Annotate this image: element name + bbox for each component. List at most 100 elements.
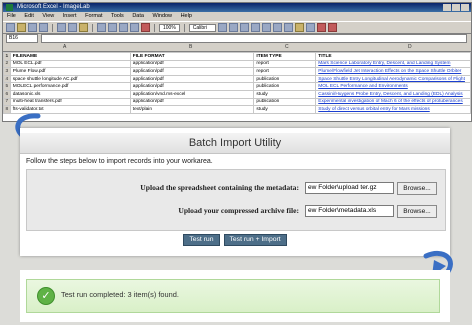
name-box[interactable]: B16 <box>6 34 38 43</box>
table-row: 2 MOL ECL.pdf application/pdf report Mar… <box>3 59 471 69</box>
excel-title: Microsoft Excel - ImageLab <box>17 4 90 10</box>
formula-input[interactable] <box>41 34 467 43</box>
paste-icon[interactable] <box>79 23 88 32</box>
header-cell[interactable]: FILENAME <box>9 52 131 61</box>
header-cell[interactable]: FILE FORMAT <box>129 52 255 61</box>
underline-icon[interactable] <box>239 23 249 32</box>
sort-icon[interactable] <box>130 23 139 32</box>
row-number[interactable]: 7 <box>3 97 11 107</box>
font-color-icon[interactable] <box>327 23 337 32</box>
percent-icon[interactable] <box>305 23 315 32</box>
menu-window[interactable]: Window <box>152 13 172 19</box>
print-icon[interactable] <box>39 23 48 32</box>
save-icon[interactable] <box>28 23 37 32</box>
row-number[interactable]: 4 <box>3 74 11 84</box>
format-cell[interactable]: application/pdf <box>129 59 255 69</box>
menu-edit[interactable]: Edit <box>24 13 33 19</box>
align-center-icon[interactable] <box>261 23 271 32</box>
copy-icon[interactable] <box>68 23 77 32</box>
filename-cell[interactable]: multi-heat transfers.pdf <box>9 97 131 107</box>
title-cell[interactable]: Study of direct versus orbital entry for… <box>315 105 471 114</box>
row-number[interactable]: 5 <box>3 82 11 91</box>
filename-cell[interactable]: Plume Flow.pdf <box>9 67 131 76</box>
redo-icon[interactable] <box>108 23 117 32</box>
format-cell[interactable]: application/pdf <box>129 74 255 84</box>
table-header-row: 1 FILENAME FILE FORMAT ITEM TYPE TITLE <box>3 52 471 61</box>
type-cell[interactable]: study <box>253 105 317 114</box>
filename-cell[interactable]: datasonic.xls <box>9 89 131 99</box>
title-cell[interactable]: Experimental investigation of Mach 6 of … <box>315 97 471 107</box>
title-cell[interactable]: MOL ECL Performance and Environments <box>315 82 471 91</box>
type-cell[interactable]: publication <box>253 74 317 84</box>
row-number[interactable]: 3 <box>3 67 11 76</box>
table-row: 5 MOLECL performance.pdf application/pdf… <box>3 82 471 91</box>
menu-file[interactable]: File <box>7 13 16 19</box>
new-file-icon[interactable] <box>6 23 15 32</box>
title-cell[interactable]: Mars Science Laboratory Entry, Descent, … <box>315 59 471 69</box>
row-number[interactable]: 2 <box>3 59 11 69</box>
filename-cell[interactable]: MOLECL performance.pdf <box>9 82 131 91</box>
format-cell[interactable]: application/pdf <box>129 67 255 76</box>
row-number[interactable]: 1 <box>3 52 11 61</box>
currency-icon[interactable] <box>294 23 304 32</box>
spreadsheet-file-input[interactable]: ew Folder\upload ter.gz <box>305 182 394 194</box>
upload-form: Upload the spreadsheet containing the me… <box>26 169 446 231</box>
menu-help[interactable]: Help <box>181 13 192 19</box>
table-row: 3 Plume Flow.pdf application/pdf report … <box>3 67 471 76</box>
align-right-icon[interactable] <box>272 23 282 32</box>
minimize-icon[interactable] <box>443 4 451 11</box>
success-banner: ✓ Test run completed: 3 item(s) found. <box>26 279 440 313</box>
italic-icon[interactable] <box>228 23 238 32</box>
title-cell[interactable]: Cassini/Huygens Probe Entry, Descent, an… <box>315 89 471 99</box>
worksheet-grid[interactable]: A B C D 1 FILENAME FILE FORMAT ITEM TYPE… <box>3 43 471 121</box>
column-letter[interactable]: D <box>408 43 412 51</box>
type-cell[interactable]: publication <box>253 82 317 91</box>
toolbar-divider <box>154 23 155 32</box>
format-cell[interactable]: application/pdf <box>129 82 255 91</box>
maximize-icon[interactable] <box>452 4 460 11</box>
menu-insert[interactable]: Insert <box>63 13 77 19</box>
archive-upload-row: Upload your compressed archive file: ew … <box>27 205 445 218</box>
type-cell[interactable]: publication <box>253 97 317 107</box>
filename-cell[interactable]: MOL ECL.pdf <box>9 59 131 69</box>
menu-view[interactable]: View <box>42 13 54 19</box>
column-letter[interactable]: C <box>285 43 289 51</box>
font-select[interactable]: Calibri <box>188 23 216 32</box>
filename-cell[interactable]: space shuttle longitude AC.pdf <box>9 74 131 84</box>
menu-data[interactable]: Data <box>132 13 144 19</box>
cut-icon[interactable] <box>57 23 66 32</box>
merge-icon[interactable] <box>283 23 293 32</box>
column-letter[interactable]: B <box>189 43 192 51</box>
type-cell[interactable]: report <box>253 59 317 69</box>
close-icon[interactable] <box>461 4 469 11</box>
menu-tools[interactable]: Tools <box>111 13 124 19</box>
excel-title-bar: Microsoft Excel - ImageLab <box>3 3 471 12</box>
sum-icon[interactable] <box>119 23 128 32</box>
type-cell[interactable]: study <box>253 89 317 99</box>
header-cell[interactable]: TITLE <box>315 52 471 61</box>
fill-color-icon[interactable] <box>316 23 326 32</box>
open-folder-icon[interactable] <box>17 23 26 32</box>
undo-icon[interactable] <box>97 23 106 32</box>
test-run-button[interactable]: Test run <box>183 234 220 246</box>
menu-format[interactable]: Format <box>85 13 102 19</box>
format-cell[interactable]: application/pdf <box>129 97 255 107</box>
column-letter[interactable]: A <box>63 43 66 51</box>
archive-file-input[interactable]: ew Folder\metadata.xls <box>305 205 394 217</box>
archive-browse-button[interactable]: Browse... <box>397 205 437 218</box>
title-cell[interactable]: Plume/Flowfield Jet Interaction Effects … <box>315 67 471 76</box>
bold-icon[interactable] <box>217 23 227 32</box>
format-cell[interactable]: text/plain <box>129 105 255 114</box>
align-left-icon[interactable] <box>250 23 260 32</box>
header-cell[interactable]: ITEM TYPE <box>253 52 317 61</box>
spreadsheet-browse-button[interactable]: Browse... <box>397 182 437 195</box>
row-number[interactable]: 6 <box>3 89 11 99</box>
format-cell[interactable]: application/vnd.ms-excel <box>129 89 255 99</box>
test-run-import-button[interactable]: Test run + Import <box>223 234 287 246</box>
title-cell[interactable]: Space Shuttle Entry Longitudinal Aerodyn… <box>315 74 471 84</box>
success-message: Test run completed: 3 item(s) found. <box>61 290 179 299</box>
column-header-bar: A B C D <box>3 43 471 52</box>
zoom-select[interactable]: 100% <box>159 23 180 32</box>
chart-icon[interactable] <box>141 23 150 32</box>
type-cell[interactable]: report <box>253 67 317 76</box>
